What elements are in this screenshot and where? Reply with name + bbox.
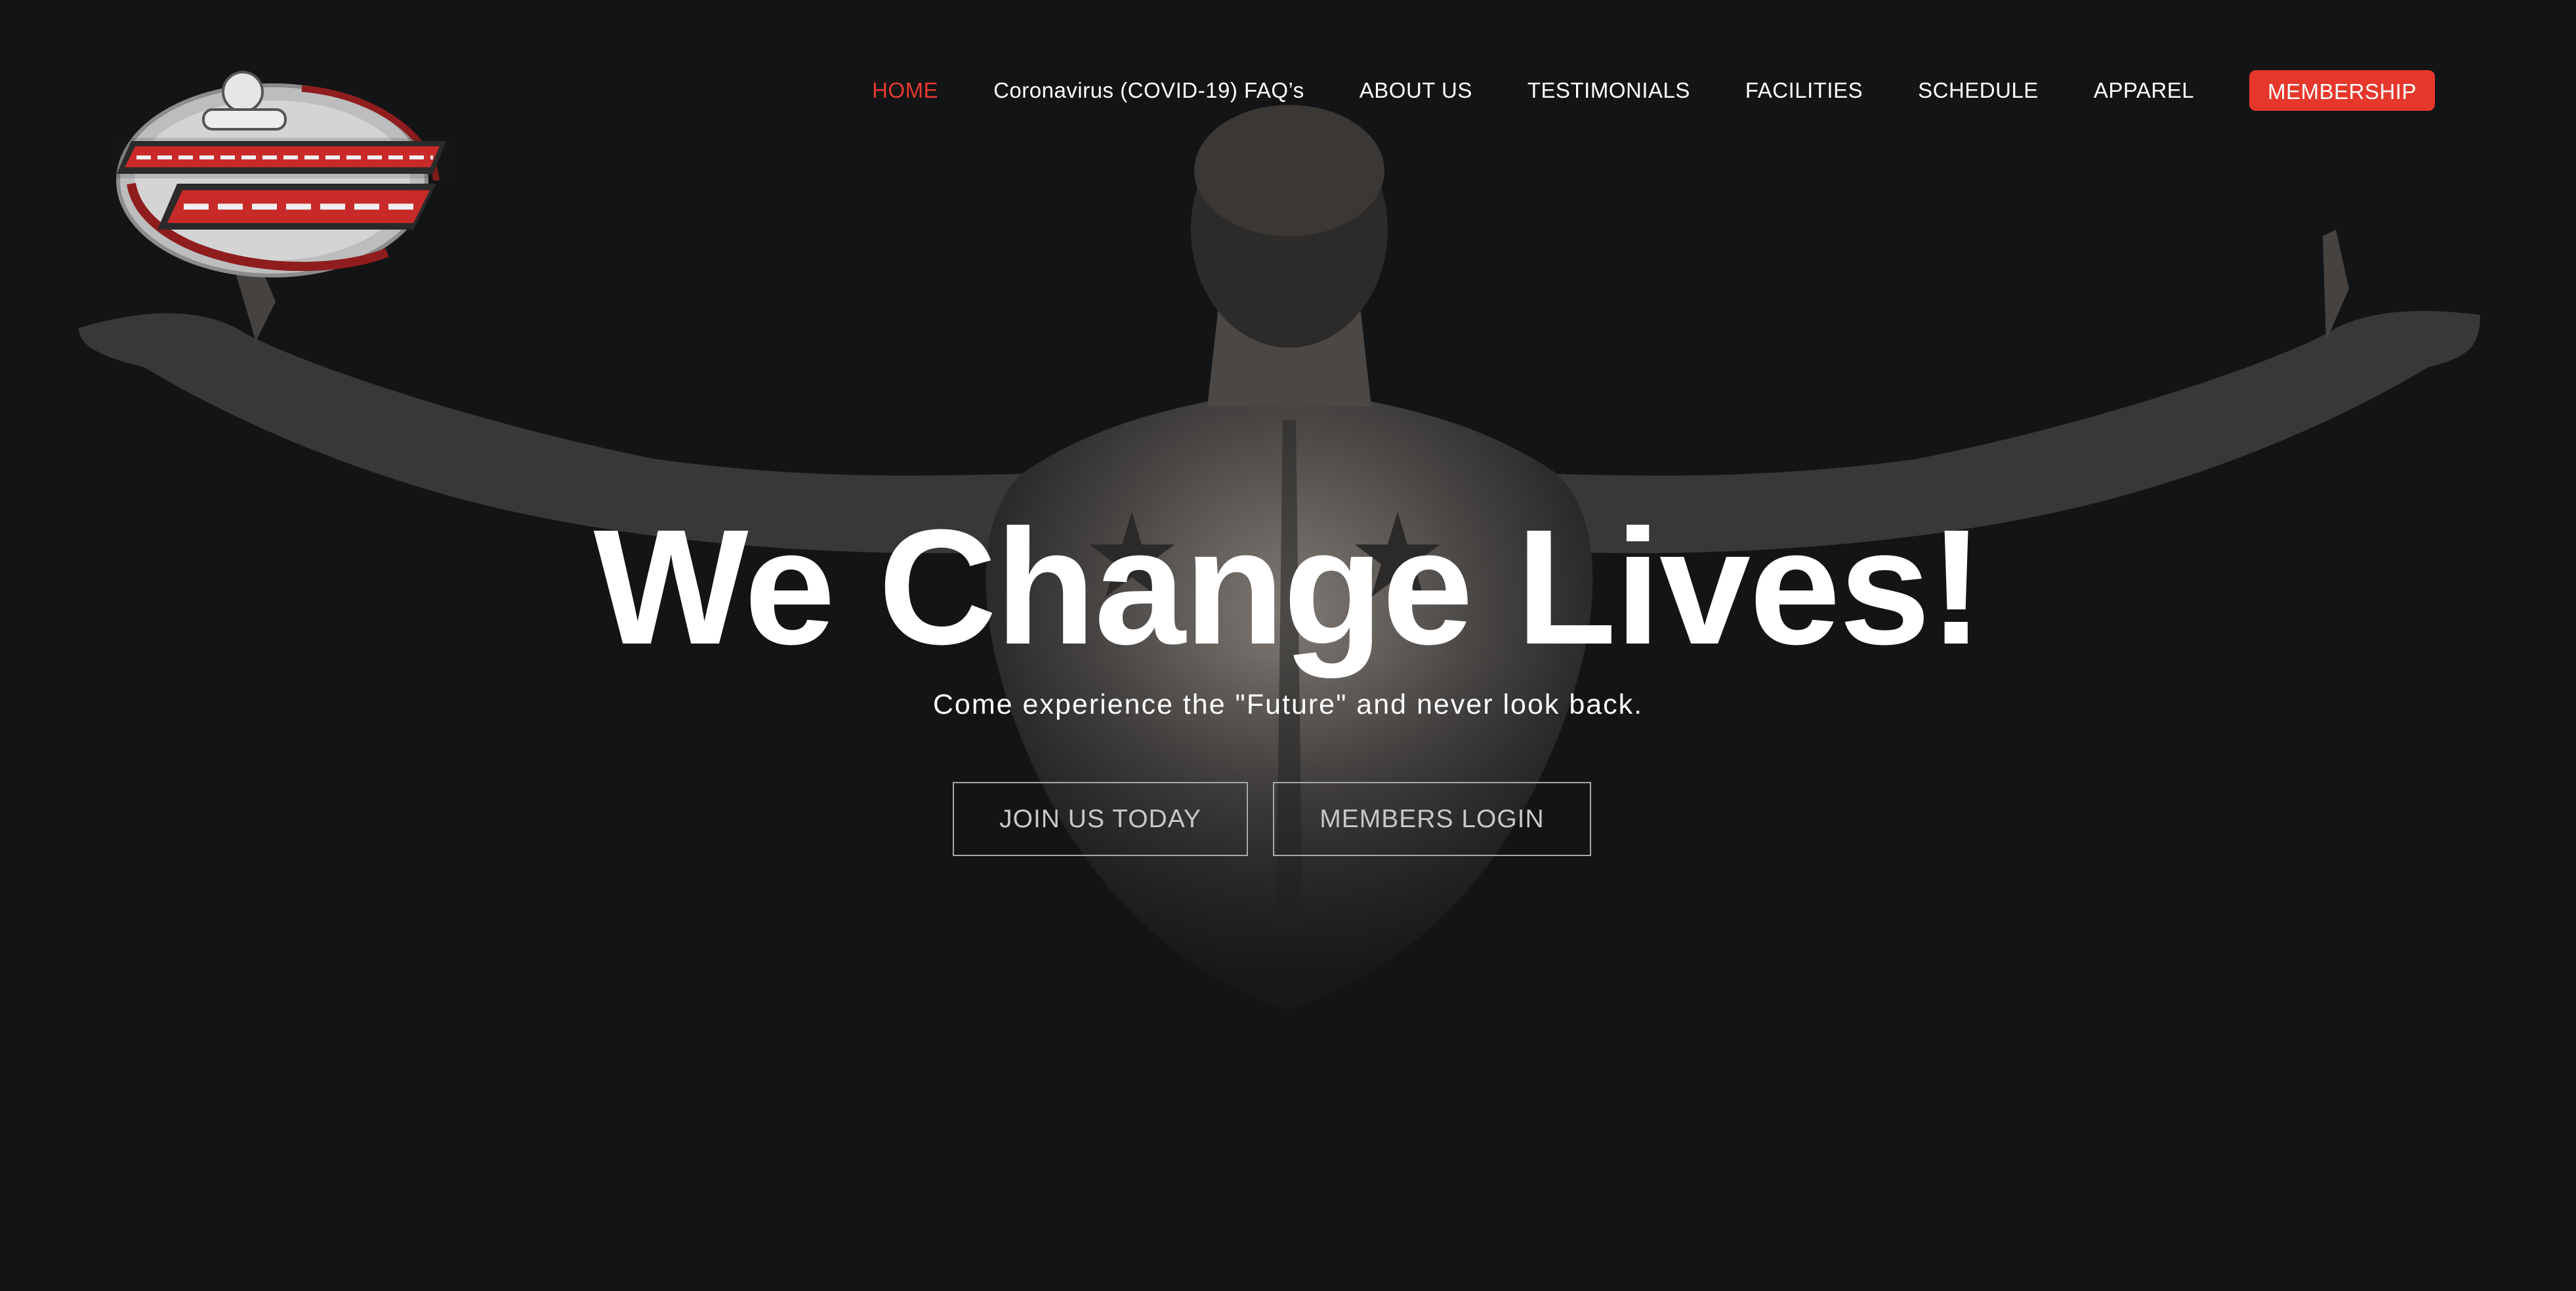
nav-item-apparel[interactable]: APPAREL (2094, 78, 2194, 103)
hero-headline: We Change Lives! (593, 495, 1984, 678)
join-us-today-button[interactable]: JOIN US TODAY (953, 782, 1248, 856)
hero-subheadline: Come experience the "Future" and never l… (932, 689, 1644, 720)
nav-item-schedule[interactable]: SCHEDULE (1918, 78, 2039, 103)
super-future-fitness-logo[interactable] (105, 69, 459, 285)
nav-item-facilities[interactable]: FACILITIES (1745, 78, 1863, 103)
hero-cta-row: JOIN US TODAY MEMBERS LOGIN (953, 782, 1591, 856)
members-login-button[interactable]: MEMBERS LOGIN (1273, 782, 1591, 856)
main-nav: HOME Coronavirus (COVID-19) FAQ’s ABOUT … (817, 64, 2435, 117)
nav-item-covid-faqs[interactable]: Coronavirus (COVID-19) FAQ’s (993, 78, 1304, 103)
nav-item-home[interactable]: HOME (872, 78, 938, 103)
nav-item-about-us[interactable]: ABOUT US (1360, 78, 1472, 103)
page: HOME Coronavirus (COVID-19) FAQ’s ABOUT … (0, 0, 2576, 1291)
nav-item-testimonials[interactable]: TESTIMONIALS (1527, 78, 1690, 103)
membership-button[interactable]: MEMBERSHIP (2249, 70, 2435, 111)
